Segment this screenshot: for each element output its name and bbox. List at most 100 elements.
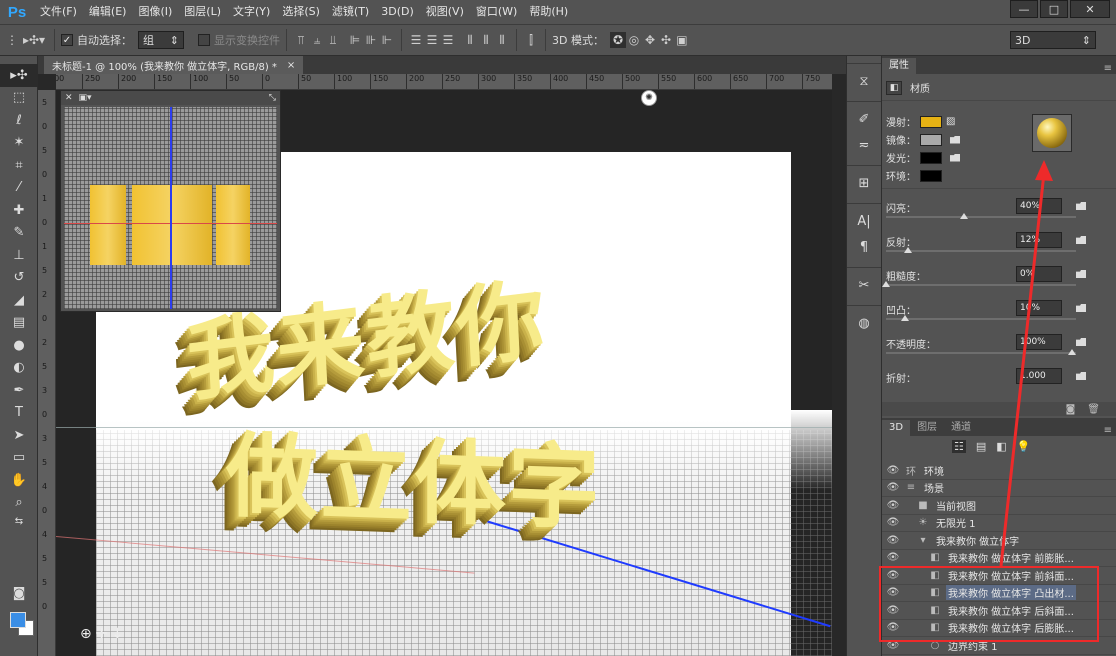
menu-edit[interactable]: 编辑(E)	[83, 0, 133, 24]
menu-file[interactable]: 文件(F)	[34, 0, 83, 24]
folder-icon[interactable]	[1076, 236, 1086, 244]
layer-row[interactable]: 👁 ☀ 无限光 1	[882, 515, 1116, 532]
brush-panel-icon[interactable]: ✐	[847, 106, 881, 132]
maximize-button[interactable]: □	[1040, 0, 1068, 18]
visibility-eye-icon[interactable]: 👁	[882, 500, 904, 511]
trash-icon[interactable]: 🗑	[1087, 404, 1100, 415]
drag-3d-icon[interactable]: ✥	[642, 32, 658, 48]
meshes-filter-icon[interactable]: ▤	[976, 440, 986, 453]
folder-icon[interactable]	[1076, 304, 1086, 312]
slider-track[interactable]	[886, 250, 1076, 252]
move-tool-preset-icon[interactable]: ▸✣▾	[20, 32, 48, 48]
render-icon[interactable]: ◙	[1066, 404, 1076, 415]
swap-colors-icon[interactable]: ⇆	[0, 514, 38, 528]
menu-3d[interactable]: 3D(D)	[375, 0, 420, 24]
view-menu-icon[interactable]: ▣▾	[79, 93, 92, 103]
distribute-hcenter-icon[interactable]: ⫴	[478, 32, 494, 48]
magic-wand-tool-icon[interactable]: ✶	[0, 132, 38, 155]
folder-icon[interactable]	[1076, 372, 1086, 380]
materials-filter-icon[interactable]: ◧	[996, 440, 1006, 453]
minimize-button[interactable]: —	[1010, 0, 1038, 18]
distribute-right-icon[interactable]: ⫴	[494, 32, 510, 48]
visibility-eye-icon[interactable]: 👁	[882, 465, 904, 476]
align-right-icon[interactable]: ⊩	[379, 32, 395, 48]
menu-type[interactable]: 文字(Y)	[227, 0, 276, 24]
3d-axis-widget[interactable]: ⊕ ✛ ↓	[80, 626, 123, 642]
folder-icon[interactable]	[950, 135, 960, 144]
align-bottom-icon[interactable]: ⫫	[325, 32, 341, 48]
menu-view[interactable]: 视图(V)	[420, 0, 470, 24]
slider-knob[interactable]	[882, 281, 890, 287]
character-panel-icon[interactable]: A|	[847, 208, 881, 234]
gradient-tool-icon[interactable]: ▤	[0, 312, 38, 335]
clone-source-icon[interactable]: ⊞	[847, 170, 881, 196]
swap-view-icon[interactable]: ⤡	[269, 93, 276, 103]
folder-icon[interactable]	[1076, 338, 1086, 346]
document-tab[interactable]: 未标题-1 @ 100% (我来教你 做立体字, RGB/8) * ×	[44, 56, 304, 74]
dodge-tool-icon[interactable]: ◐	[0, 357, 38, 380]
close-view-icon[interactable]: ✕	[65, 93, 73, 103]
slider-track[interactable]	[886, 352, 1076, 354]
align-hcenter-icon[interactable]: ⊪	[363, 32, 379, 48]
panel-menu-icon[interactable]: ≡	[1104, 63, 1112, 74]
illumination-color-swatch[interactable]	[920, 151, 942, 164]
close-tab-icon[interactable]: ×	[287, 60, 295, 71]
slider-value-field[interactable]: 100%	[1016, 334, 1062, 350]
eraser-tool-icon[interactable]: ◢	[0, 289, 38, 312]
panel-menu-icon[interactable]: ≡	[1104, 425, 1112, 436]
tab-3d[interactable]: 3D	[882, 420, 911, 436]
align-top-icon[interactable]: ⫪	[293, 32, 309, 48]
slider-value-field[interactable]: 12%	[1016, 232, 1062, 248]
3d-panel-icon[interactable]: ◍	[847, 310, 881, 336]
tab-layers[interactable]: 图层	[910, 420, 944, 436]
slider-knob[interactable]	[960, 213, 969, 219]
menu-image[interactable]: 图像(I)	[132, 0, 178, 24]
lasso-tool-icon[interactable]: ℓ	[0, 109, 38, 132]
move-tool-icon[interactable]: ▸✣	[0, 64, 38, 87]
folder-icon[interactable]	[950, 153, 960, 162]
shape-tool-icon[interactable]: ▭	[0, 447, 38, 470]
distribute-top-icon[interactable]: ☰	[408, 32, 424, 48]
folder-icon[interactable]	[1076, 270, 1086, 278]
horizontal-ruler[interactable]: 3002502001501005005010015020025030035040…	[56, 74, 832, 90]
crop-tool-icon[interactable]: ⌗	[0, 154, 38, 177]
align-left-icon[interactable]: ⊫	[347, 32, 363, 48]
specular-color-swatch[interactable]	[920, 133, 942, 146]
type-tool-icon[interactable]: T	[0, 402, 38, 425]
scale-3d-icon[interactable]: ▣	[674, 32, 690, 48]
visibility-eye-icon[interactable]: 👁	[882, 517, 904, 528]
camera-orbit-icon[interactable]: ⊕	[80, 626, 92, 642]
auto-align-icon[interactable]: ⫿	[523, 32, 539, 48]
material-preview-sphere[interactable]	[1032, 114, 1072, 152]
auto-select-dropdown[interactable]: 组 ⇕	[138, 31, 184, 49]
slider-value-field[interactable]: 40%	[1016, 198, 1062, 214]
slider-knob[interactable]	[1068, 349, 1076, 355]
history-brush-tool-icon[interactable]: ↺	[0, 267, 38, 290]
zoom-tool-icon[interactable]: ⌕	[0, 492, 38, 515]
slider-knob[interactable]	[904, 247, 913, 253]
slider-value-field[interactable]: 1.000	[1016, 368, 1062, 384]
secondary-view-window[interactable]: ✕ ▣▾ ⤡	[60, 90, 281, 312]
pen-tool-icon[interactable]: ✒	[0, 379, 38, 402]
blur-tool-icon[interactable]: ●	[0, 334, 38, 357]
eyedropper-tool-icon[interactable]: ⁄	[0, 177, 38, 200]
marquee-tool-icon[interactable]: ⬚	[0, 87, 38, 110]
menu-help[interactable]: 帮助(H)	[523, 0, 574, 24]
close-button[interactable]: ✕	[1070, 0, 1110, 18]
layer-row[interactable]: 👁 ▾ 我来教你 做立体字	[882, 532, 1116, 550]
tab-properties[interactable]: 属性	[882, 58, 916, 74]
slider-track[interactable]	[886, 284, 1076, 286]
light-widget-icon[interactable]: ✺	[641, 90, 657, 106]
auto-select-checkbox[interactable]: ✓ 自动选择：	[61, 32, 132, 48]
history-panel-icon[interactable]: ⧖	[847, 68, 881, 94]
vertical-ruler[interactable]: 5 0 5 0 1 0 1 5 2 0 2 5 3 0 3 5 4 0 4 5 5 0	[38, 90, 56, 656]
slider-track[interactable]	[886, 318, 1076, 320]
3d-text-line-2[interactable]: 做立体字	[226, 401, 602, 547]
roll-3d-icon[interactable]: ◎	[626, 32, 642, 48]
visibility-eye-icon[interactable]: 👁	[882, 552, 904, 563]
menu-window[interactable]: 窗口(W)	[470, 0, 523, 24]
menu-layer[interactable]: 图层(L)	[178, 0, 227, 24]
menu-filter[interactable]: 滤镜(T)	[326, 0, 375, 24]
distribute-bottom-icon[interactable]: ☰	[440, 32, 456, 48]
path-selection-tool-icon[interactable]: ➤	[0, 424, 38, 447]
